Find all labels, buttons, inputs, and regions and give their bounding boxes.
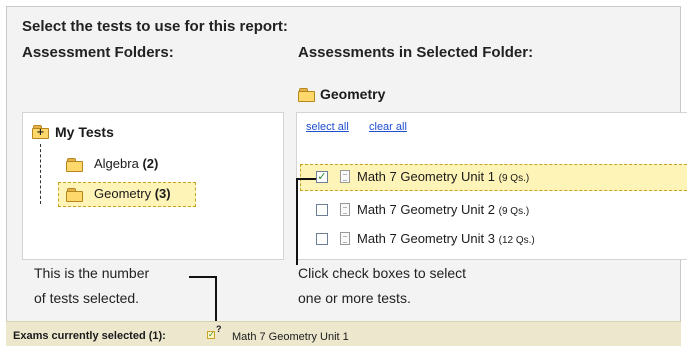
document-icon	[340, 232, 350, 245]
callout-checkbox-line1: Click check boxes to select	[298, 265, 467, 281]
help-question-mark[interactable]: ?	[216, 324, 222, 334]
tree-folder-algebra[interactable]: Algebra (2)	[94, 156, 158, 171]
select-all-link[interactable]: select all	[306, 121, 349, 133]
tree-connector-line	[40, 144, 41, 204]
test-name: Math 7 Geometry Unit 2	[357, 202, 495, 217]
question-count: (12 Qs.)	[498, 235, 535, 246]
test-checkbox-unit-3[interactable]	[316, 233, 328, 245]
callout-checkbox-leader-h	[296, 178, 316, 180]
selected-count-label: Exams currently selected (1):	[13, 330, 166, 342]
folder-icon	[66, 158, 83, 172]
folder-icon	[66, 188, 83, 202]
selected-test-name: Math 7 Geometry Unit 1	[232, 331, 349, 343]
test-item-unit-2[interactable]: Math 7 Geometry Unit 2 (9 Qs.)	[357, 202, 529, 217]
clear-all-link[interactable]: clear all	[369, 121, 407, 133]
folder-name: Algebra	[94, 156, 139, 171]
test-checkbox-unit-1[interactable]: ✓	[316, 171, 328, 183]
test-item-unit-3[interactable]: Math 7 Geometry Unit 3 (12 Qs.)	[357, 231, 535, 246]
assessments-in-folder-heading: Assessments in Selected Folder:	[298, 44, 534, 61]
tree-root-my-tests[interactable]: My Tests	[55, 124, 114, 140]
selected-folder-title: Geometry	[320, 86, 386, 102]
assessment-folders-heading: Assessment Folders:	[22, 44, 174, 61]
question-count: (9 Qs.)	[498, 173, 530, 184]
test-name: Math 7 Geometry Unit 3	[357, 231, 495, 246]
document-icon	[340, 203, 350, 216]
folder-count: (3)	[154, 186, 171, 201]
tree-folder-geometry[interactable]: Geometry (3)	[94, 186, 171, 201]
callout-checkbox-line2: one or more tests.	[298, 290, 411, 306]
folder-expand-icon[interactable]: +	[32, 125, 49, 139]
document-icon	[340, 170, 350, 183]
callout-count-leader-h	[189, 276, 217, 278]
page-title: Select the tests to use for this report:	[22, 18, 288, 35]
test-item-unit-1[interactable]: Math 7 Geometry Unit 1 (9 Qs.)	[357, 169, 529, 184]
callout-count-line1: This is the number	[34, 265, 150, 281]
test-name: Math 7 Geometry Unit 1	[357, 169, 495, 184]
checkbox-icon: ✓	[207, 330, 215, 339]
folder-name: Geometry	[94, 186, 152, 201]
callout-checkbox-leader-v	[296, 178, 298, 265]
question-count: (9 Qs.)	[498, 206, 530, 217]
folder-count: (2)	[142, 156, 159, 171]
folder-icon	[298, 88, 315, 102]
callout-count-line2: of tests selected.	[34, 290, 140, 306]
test-checkbox-unit-2[interactable]	[316, 204, 328, 216]
